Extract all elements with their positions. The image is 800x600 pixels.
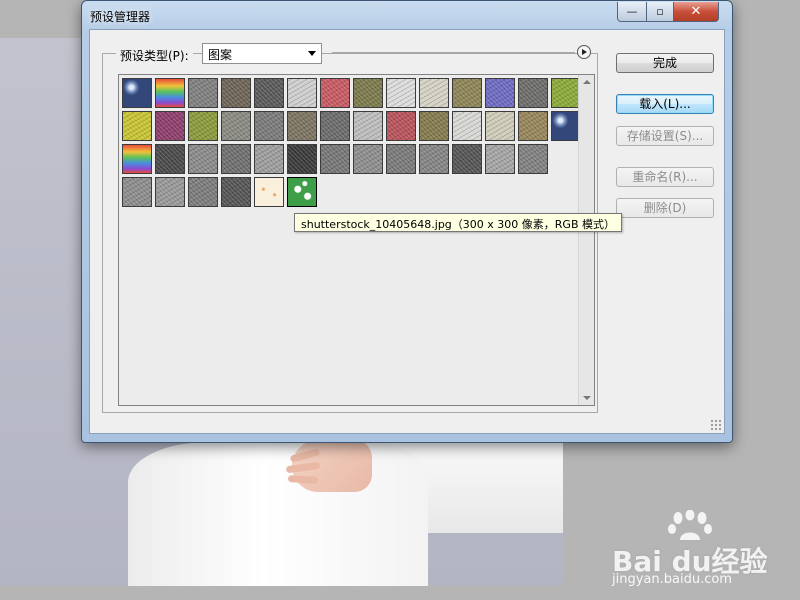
delete-button[interactable]: 删除(D) xyxy=(616,198,714,218)
photo-shirt xyxy=(128,442,428,586)
swatch-leaves-gray[interactable] xyxy=(518,78,548,108)
swatch-tooltip: shutterstock_10405648.jpg（300 x 300 像素，R… xyxy=(294,213,622,232)
paw-logo-icon xyxy=(668,510,712,540)
swatch-noise-fine[interactable] xyxy=(386,144,416,174)
swatch-noise-pale[interactable] xyxy=(485,144,515,174)
maximize-button[interactable]: ▫ xyxy=(646,2,674,22)
swatch-flowers-magenta[interactable] xyxy=(155,111,185,141)
swatch-noise-sparse[interactable] xyxy=(353,144,383,174)
swatch-green-floral[interactable] xyxy=(287,177,317,207)
rename-button[interactable]: 重命名(R)... xyxy=(616,167,714,187)
swatch-stone-gray[interactable] xyxy=(221,111,251,141)
swatch-bubbles-blue2[interactable] xyxy=(551,111,581,141)
swatch-bubbles-blue[interactable] xyxy=(122,78,152,108)
swatch-moss-olive[interactable] xyxy=(353,78,383,108)
scroll-down-icon[interactable] xyxy=(583,396,591,400)
preset-type-value: 图案 xyxy=(208,48,233,62)
swatch-noise-fiber[interactable] xyxy=(155,177,185,207)
swatch-paper-light[interactable] xyxy=(452,111,482,141)
swatch-noise-gray[interactable] xyxy=(320,144,350,174)
close-icon: ✕ xyxy=(690,4,702,19)
swatch-paper-white[interactable] xyxy=(386,78,416,108)
preset-type-label: 预设类型(P): xyxy=(116,47,193,64)
swatch-grass-brown[interactable] xyxy=(518,111,548,141)
maximize-icon: ▫ xyxy=(656,5,664,18)
swatch-noise-light[interactable] xyxy=(188,144,218,174)
swatch-noise-dark[interactable] xyxy=(155,144,185,174)
done-button[interactable]: 完成 xyxy=(616,53,714,73)
swatch-noise-medium[interactable] xyxy=(221,144,251,174)
group-divider xyxy=(332,52,575,53)
swatch-speckle-light[interactable] xyxy=(287,78,317,108)
swatch-noise-scratch[interactable] xyxy=(122,177,152,207)
minimize-icon: — xyxy=(626,5,638,18)
close-button[interactable]: ✕ xyxy=(673,2,719,22)
swatch-granite-gray[interactable] xyxy=(254,111,284,141)
load-button[interactable]: 载入(L)... xyxy=(616,94,714,114)
swatch-noise-mid[interactable] xyxy=(518,144,548,174)
swatch-gravel-gray[interactable] xyxy=(188,78,218,108)
swatch-asphalt-gray[interactable] xyxy=(320,111,350,141)
swatch-granite-dark[interactable] xyxy=(254,78,284,108)
swatch-rainbow-wave2[interactable] xyxy=(122,144,152,174)
swatch-moss-brown[interactable] xyxy=(419,111,449,141)
swatch-flowers-purple[interactable] xyxy=(485,78,515,108)
preset-type-select[interactable]: 图案 xyxy=(202,43,322,64)
pattern-swatch-list[interactable] xyxy=(118,74,595,406)
swatch-noise-soft[interactable] xyxy=(254,144,284,174)
photo-hand xyxy=(285,440,372,492)
swatch-rocks-brown[interactable] xyxy=(287,111,317,141)
swatch-yellow-dots[interactable] xyxy=(122,111,152,141)
swatch-noise-black[interactable] xyxy=(287,144,317,174)
panel-menu-button[interactable] xyxy=(577,45,591,59)
vertical-scrollbar[interactable] xyxy=(578,75,594,405)
swatch-speckle-white[interactable] xyxy=(353,111,383,141)
title-bar[interactable]: 预设管理器 — ▫ ✕ xyxy=(82,1,732,29)
minimize-button[interactable]: — xyxy=(617,2,647,22)
swatch-noise-harsh[interactable] xyxy=(221,177,251,207)
swatch-cream-floral[interactable] xyxy=(254,177,284,207)
chevron-down-icon xyxy=(308,51,316,56)
swatch-noise-grain[interactable] xyxy=(188,177,218,207)
swatch-rainbow-wave[interactable] xyxy=(155,78,185,108)
scroll-up-icon[interactable] xyxy=(583,80,591,84)
swatch-pebbles-brown[interactable] xyxy=(221,78,251,108)
swatch-paper-beige[interactable] xyxy=(485,111,515,141)
swatch-noise-deep[interactable] xyxy=(452,144,482,174)
baidu-watermark: Bai du经验 jingyan.baidu.com xyxy=(612,510,792,590)
swatch-paper-cream[interactable] xyxy=(419,78,449,108)
swatch-flowers-red[interactable] xyxy=(320,78,350,108)
resize-grip-icon[interactable] xyxy=(710,419,722,431)
swatch-leaves-green[interactable] xyxy=(551,78,581,108)
swatch-lichen-green[interactable] xyxy=(188,111,218,141)
save-set-button[interactable]: 存储设置(S)... xyxy=(616,126,714,146)
swatch-grass-dry[interactable] xyxy=(452,78,482,108)
swatch-noise-streak[interactable] xyxy=(419,144,449,174)
swatch-flowers-red2[interactable] xyxy=(386,111,416,141)
watermark-url: jingyan.baidu.com xyxy=(612,572,732,587)
window-title: 预设管理器 xyxy=(90,10,151,24)
